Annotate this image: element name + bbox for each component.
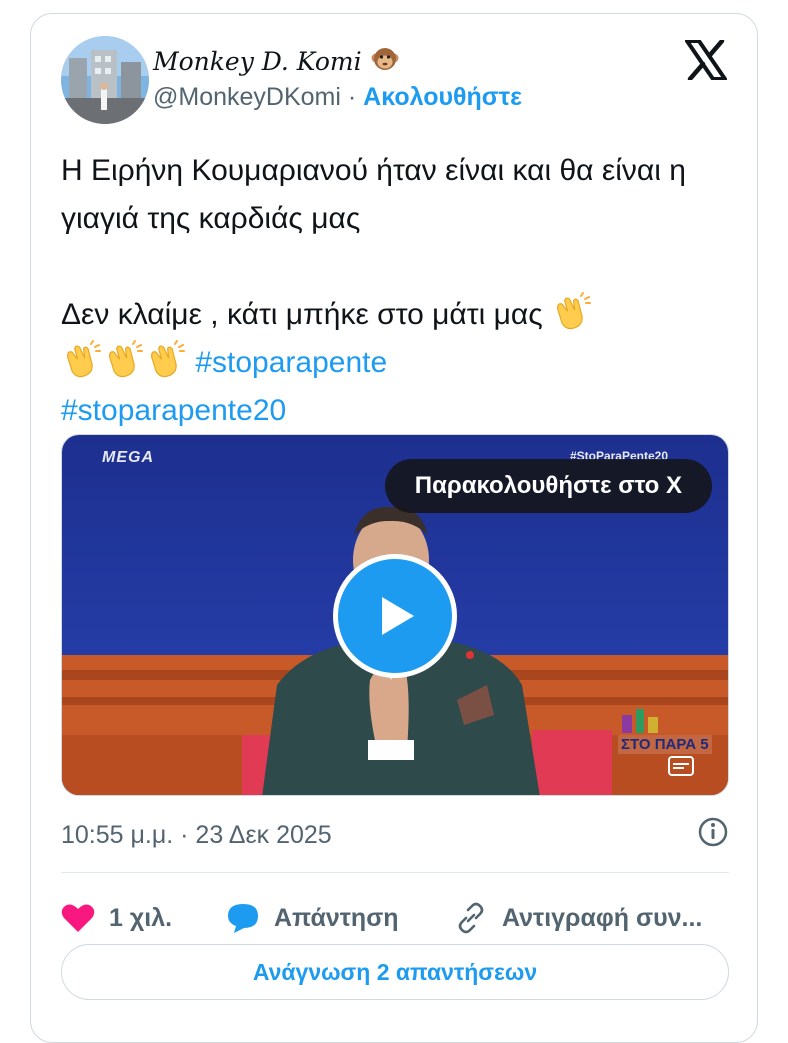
reply-bubble-icon xyxy=(228,904,258,933)
show-logo: ΣΤΟ ΠΑΡΑ 5 xyxy=(618,735,712,754)
reply-button[interactable]: Απάντηση xyxy=(226,902,454,934)
tweet-text: Η Ειρήνη Κουμαριανού ήταν είναι και θα ε… xyxy=(61,147,733,435)
tweet-line-2: Δεν κλαίμε , κάτι μπήκε στο μάτι μας xyxy=(61,291,733,339)
channel-logo: MEGA xyxy=(102,449,154,466)
display-name[interactable]: Monkey D. Komi xyxy=(153,47,362,76)
tweet-line-3: #stoparapente xyxy=(61,339,733,387)
tweet-line-4: #stoparapente20 xyxy=(61,387,733,435)
divider xyxy=(61,872,729,873)
separator-dot: · xyxy=(347,83,357,111)
tweet-line-2-text: Δεν κλαίμε , κάτι μπήκε στο μάτι μας xyxy=(61,298,543,331)
x-logo-icon[interactable] xyxy=(685,38,727,82)
copy-link-button[interactable]: Αντιγραφή συν... xyxy=(454,901,702,935)
captions-icon[interactable] xyxy=(668,756,694,781)
hashtag-link[interactable]: #stoparapente xyxy=(195,346,387,379)
clapping-hands-icon xyxy=(109,340,143,378)
heart-icon xyxy=(61,904,95,932)
video-player[interactable]: MEGA #StoParaPente20 ΣΤΟ ΠΑΡΑ 5 Παρακολο… xyxy=(61,434,729,796)
play-button[interactable] xyxy=(333,554,457,678)
info-icon[interactable] xyxy=(697,816,729,855)
like-count: 1 χιλ. xyxy=(109,903,173,932)
tweet-line-1: Η Ειρήνη Κουμαριανού ήταν είναι και θα ε… xyxy=(61,154,686,235)
link-icon xyxy=(458,902,484,934)
clapping-hands-icon xyxy=(151,340,185,378)
user-handle[interactable]: @MonkeyDKomi xyxy=(153,83,341,111)
play-icon xyxy=(382,597,414,635)
reply-label: Απάντηση xyxy=(274,903,399,932)
tweet-card: Monkey D. Komi @MonkeyDKomi · Ακολουθήστ… xyxy=(30,13,758,1043)
hashtag-link[interactable]: #stoparapente20 xyxy=(61,394,286,427)
follow-button[interactable]: Ακολουθήστε xyxy=(363,83,522,111)
monkey-emoji-icon xyxy=(370,44,400,79)
copy-link-label: Αντιγραφή συν... xyxy=(502,903,703,932)
read-replies-button[interactable]: Ανάγνωση 2 απαντήσεων xyxy=(61,944,729,1000)
clapping-hands-icon xyxy=(67,340,101,378)
clapping-hands-icon xyxy=(557,292,592,330)
timestamp[interactable]: 10:55 μ.μ. · 23 Δεκ 2025 xyxy=(61,821,332,850)
watch-on-x-button[interactable]: Παρακολουθήστε στο X xyxy=(384,459,712,513)
like-button[interactable]: 1 χιλ. xyxy=(61,903,226,933)
avatar[interactable] xyxy=(61,36,149,124)
